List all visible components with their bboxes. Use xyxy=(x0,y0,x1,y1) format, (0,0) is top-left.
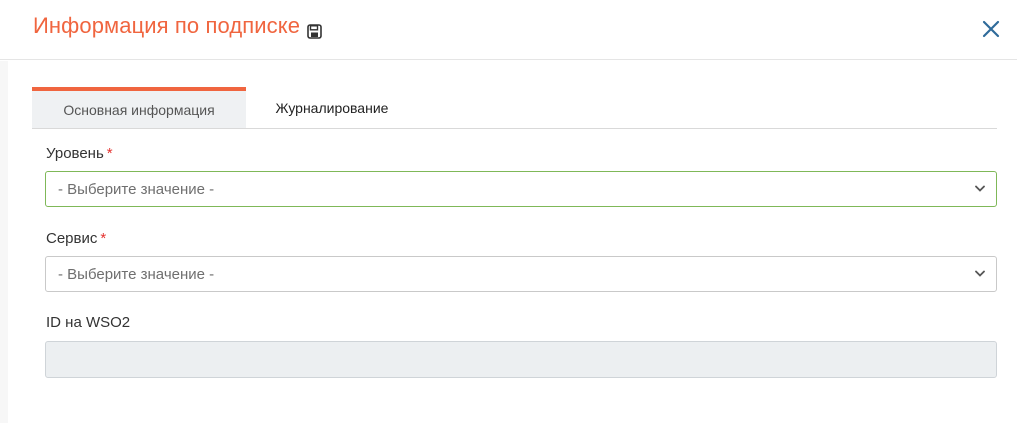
tab-main-info[interactable]: Основная информация xyxy=(32,87,246,128)
wso2-id-label-text: ID на WSO2 xyxy=(46,314,131,331)
chevron-down-icon xyxy=(975,185,985,192)
required-mark: * xyxy=(106,145,113,162)
level-select[interactable]: - Выберите значение - xyxy=(45,171,997,207)
required-mark: * xyxy=(100,230,107,247)
service-label: Сервис * xyxy=(46,230,106,247)
level-label-text: Уровень xyxy=(46,145,104,162)
level-select-value: - Выберите значение - xyxy=(58,180,215,198)
service-select[interactable]: - Выберите значение - xyxy=(45,256,997,292)
tab-main-info-label: Основная информация xyxy=(63,101,215,118)
save-icon[interactable] xyxy=(307,19,322,39)
chevron-down-icon xyxy=(975,270,985,277)
tab-logging-label: Журналирование xyxy=(275,99,389,116)
wso2-id-field xyxy=(45,341,997,378)
service-label-text: Сервис xyxy=(46,230,98,247)
dialog-header: Информация по подписке xyxy=(0,0,1017,60)
close-icon[interactable] xyxy=(979,17,1003,41)
tab-logging[interactable]: Журналирование xyxy=(246,87,418,128)
service-select-value: - Выберите значение - xyxy=(58,265,215,283)
level-label: Уровень * xyxy=(46,145,113,162)
wso2-id-label: ID на WSO2 xyxy=(46,314,130,331)
tab-bar: Основная информация Журналирование xyxy=(32,87,997,129)
dialog-title: Информация по подписке xyxy=(33,13,322,39)
dialog-title-text: Информация по подписке xyxy=(33,13,301,38)
